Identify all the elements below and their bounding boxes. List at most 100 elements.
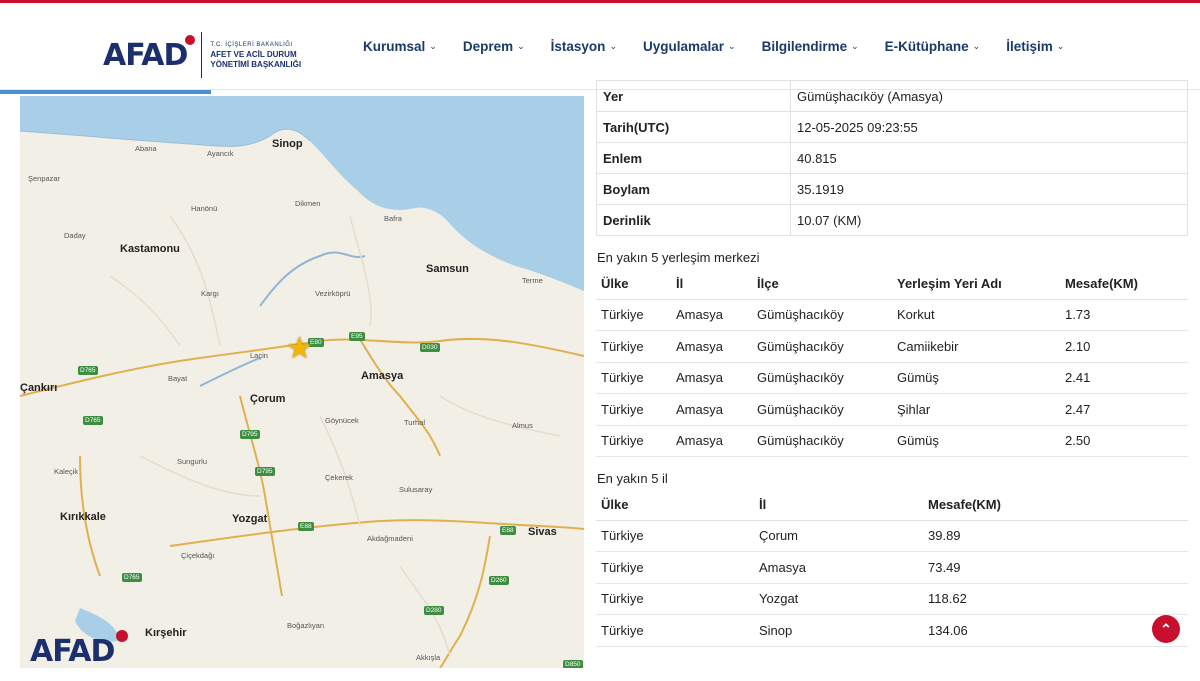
map-town-label: Bafra [384,214,402,223]
table-cell: Amasya [754,551,923,584]
table-cell: 2.47 [1060,393,1188,426]
map-town-label: Terme [522,276,543,285]
table-row: Derinlik 10.07 (KM) [596,204,1188,236]
map-town-label: Bayat [168,374,188,383]
road-shield: E88 [298,522,314,531]
table-cell: Türkiye [596,425,671,457]
road-shield: D260 [489,576,509,585]
highway-d795 [239,395,283,597]
map-city-label: Sinop [272,138,303,150]
chevron-up-icon: ⌃ [1160,620,1172,637]
nav-deprem[interactable]: Deprem ⌄ [463,39,525,54]
param-key: Boylam [596,173,791,205]
table-cell: Türkiye [596,393,671,426]
table-cell: Gümüşhacıköy [752,299,892,331]
column-header: Ülke [596,268,671,300]
reservoir [199,357,261,387]
map-town-label: Sungurlu [177,457,208,466]
road-shield: D795 [255,467,275,476]
table-header-row: Ülke İl İlçe Yerleşim Yeri Adı Mesafe(KM… [596,268,1188,300]
map-town-label: Kargı [201,289,219,298]
table-row: Yer Gümüşhacıköy (Amasya) [596,80,1188,112]
nav-kurumsal[interactable]: Kurumsal ⌄ [363,39,437,54]
param-value: 35.1919 [790,173,1188,205]
site-header: AFAD T.C. İÇİŞLERİ BAKANLIĞI AFET VE ACİ… [0,3,1200,90]
chevron-down-icon: ⌄ [1056,41,1065,51]
table-row: Türkiye Amasya Gümüşhacıköy Gümüş 2.41 [596,362,1188,394]
nav-label: Kurumsal [363,39,426,54]
chevron-down-icon: ⌄ [851,41,859,51]
road-shield: D765 [122,573,142,582]
table-row: Türkiye Yozgat 118.62 [596,583,1188,615]
table-row: Türkiye Amasya Gümüşhacıköy Gümüş 2.50 [596,425,1188,457]
earthquake-map[interactable]: Sinop Kastamonu Samsun Amasya Çorum Çank… [20,96,584,668]
table-cell: Yozgat [754,583,923,615]
nav-iletisim[interactable]: İletişim ⌄ [1006,39,1064,54]
map-town-label: Abana [135,144,157,153]
nav-uygulamalar[interactable]: Uygulamalar ⌄ [643,39,736,54]
road-shield: E88 [500,526,516,535]
map-city-label: Kastamonu [120,243,180,255]
map-town-label: Turhal [404,418,425,427]
logo-text: T.C. İÇİŞLERİ BAKANLIĞI AFET VE ACİL DUR… [210,40,301,70]
logo-line-3: YÖNETİMİ BAŞKANLIĞI [210,60,302,69]
table-cell: Türkiye [596,583,754,615]
table-cell: Sinop [754,614,923,647]
param-value: 10.07 (KM) [790,204,1188,236]
map-watermark-text: AFAD [30,634,115,668]
map-city-label: Samsun [426,263,469,275]
table-cell: Camiikebir [892,330,1060,363]
nav-istasyon[interactable]: İstasyon ⌄ [551,39,617,54]
nav-e-kutuphane[interactable]: E-Kütüphane ⌄ [885,39,981,54]
nav-label: E-Kütüphane [884,39,969,54]
table-cell: 2.10 [1060,330,1188,363]
settlements-title: En yakın 5 yerleşim merkezi [597,250,760,265]
nav-label: Deprem [462,39,514,54]
column-header: İlçe [752,268,892,300]
afad-logo[interactable]: AFAD T.C. İÇİŞLERİ BAKANLIĞI AFET VE ACİ… [103,32,301,78]
map-city-label: Kırıkkale [60,511,106,523]
param-key: Tarih(UTC) [596,111,791,143]
table-cell: Amasya [671,330,752,363]
table-row: Boylam 35.1919 [596,173,1188,205]
table-cell: Çorum [754,520,923,552]
table-header-row: Ülke İl Mesafe(KM) [596,489,1188,521]
road-shield: D850 [563,660,583,668]
map-city-label: Kırşehir [145,627,187,639]
road-shield: D765 [78,366,98,375]
star-icon[interactable]: ★ [286,334,313,364]
table-cell: 134.06 [923,614,1188,647]
table-cell: 1.73 [1060,299,1188,331]
map-town-label: Çekerek [325,473,353,482]
column-header: Ülke [596,489,754,521]
map-town-label: Vezirköprü [315,289,351,298]
column-header: İl [671,268,752,300]
table-cell: 2.50 [1060,425,1188,457]
map-town-label: Dikmen [295,199,321,208]
map-town-label: Boğazlıyan [287,621,325,630]
table-cell: Gümüş [892,362,1060,394]
nav-label: Uygulamalar [642,39,725,54]
table-row: Türkiye Sinop 134.06 [596,614,1188,647]
param-key: Yer [596,80,791,112]
table-row: Türkiye Çorum 39.89 [596,520,1188,552]
chevron-down-icon: ⌄ [972,41,981,51]
table-cell: Gümüşhacıköy [752,393,892,426]
table-cell: Şihlar [892,393,1060,426]
table-row: Türkiye Amasya Gümüşhacıköy Korkut 1.73 [596,299,1188,331]
page-progress-bar [0,90,211,94]
logo-line-2: AFET VE ACİL DURUM [210,50,297,59]
param-value: 40.815 [790,142,1188,174]
nav-label: İstasyon [550,39,606,54]
scroll-top-button[interactable]: ⌃ [1152,615,1180,643]
road-shield: E95 [349,332,365,341]
map-town-label: Göynücek [325,416,359,425]
param-value: 12-05-2025 09:23:55 [790,111,1188,143]
nav-label: Bilgilendirme [761,39,848,54]
nav-label: İletişim [1006,39,1053,54]
table-cell: Türkiye [596,362,671,394]
map-city-label: Sivas [528,526,557,538]
road-shield: D765 [83,416,103,425]
table-cell: Türkiye [596,520,754,552]
nav-bilgilendirme[interactable]: Bilgilendirme ⌄ [762,39,859,54]
